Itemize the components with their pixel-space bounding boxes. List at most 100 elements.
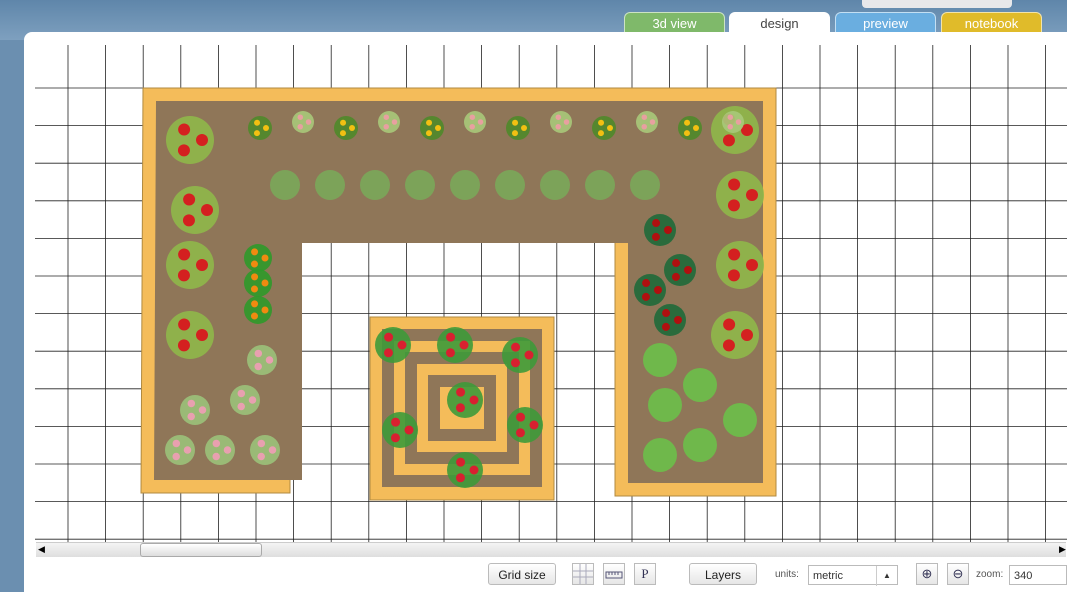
tomato-plant-fruit — [178, 318, 191, 331]
radish-plant-fruit — [268, 446, 277, 454]
berry-plant-fruit — [661, 322, 670, 331]
flower-fruit — [641, 123, 647, 130]
tomato-plant-fruit — [177, 339, 190, 352]
radish-plant-fruit — [265, 356, 274, 364]
radish-plant-fruit — [237, 402, 245, 411]
tomato-plant-fruit — [178, 248, 191, 261]
tomato-plant-fruit — [723, 318, 736, 331]
radish-plant-fruit — [198, 406, 207, 414]
strawberry-plant-fruit — [469, 395, 479, 405]
strawberry-plant-fruit — [455, 473, 465, 483]
berry-plant-fruit — [654, 286, 662, 294]
sunflower-fruit — [340, 119, 347, 126]
carrot-plant-fruit — [251, 300, 259, 308]
flower-fruit — [469, 114, 476, 120]
strawberry-plant-fruit — [383, 348, 393, 358]
zoom-in-icon[interactable]: ⊕ — [916, 563, 938, 585]
strawberry-plant-fruit — [397, 340, 407, 350]
carrot-plant-fruit — [251, 248, 259, 256]
tomato-plant-fruit — [182, 214, 195, 227]
units-label: units: — [775, 569, 799, 580]
tab-design[interactable]: design — [729, 12, 830, 34]
zoom-input[interactable]: 340 — [1009, 565, 1067, 585]
garden-canvas[interactable] — [35, 45, 1067, 542]
leafy-plant — [585, 170, 615, 200]
sunflower-fruit — [521, 125, 527, 131]
radish-plant-fruit — [172, 439, 181, 448]
flower-fruit — [297, 114, 304, 120]
grid-icon[interactable] — [572, 563, 594, 585]
units-select[interactable]: metric ▲ — [808, 565, 898, 586]
leafy-plant — [450, 170, 480, 200]
sunflower-fruit — [607, 125, 613, 131]
leafy-plant — [270, 170, 300, 200]
flower-fruit — [383, 114, 390, 120]
sunflower-fruit — [684, 119, 691, 126]
radish-plant-fruit — [187, 412, 195, 421]
flower-fruit — [305, 119, 312, 125]
sunflower-fruit — [597, 130, 604, 137]
tomato-plant-fruit — [196, 259, 208, 271]
flower-fruit — [297, 123, 303, 130]
tomato-plant-fruit — [178, 123, 191, 136]
sunflower-fruit — [339, 130, 346, 137]
strawberry-plant-fruit — [456, 387, 466, 397]
tomato-plant-fruit — [722, 339, 735, 352]
flower-fruit — [641, 114, 648, 120]
tomato-plant-fruit — [177, 144, 190, 157]
layers-button[interactable]: Layers — [689, 563, 757, 585]
tomato-plant-fruit — [746, 259, 758, 271]
tomato-plant-fruit — [196, 329, 208, 341]
sunflower-fruit — [254, 119, 261, 126]
chevron-up-icon[interactable]: ▲ — [876, 566, 897, 586]
tab-3d-view[interactable]: 3d view — [624, 12, 725, 33]
strawberry-plant-fruit — [510, 358, 520, 368]
scroll-right-icon[interactable]: ▶ — [1059, 544, 1066, 555]
radish-plant-fruit — [212, 439, 221, 448]
tab-preview[interactable]: preview — [835, 12, 936, 33]
radish-plant-fruit — [183, 446, 192, 454]
radish-plant-fruit — [257, 439, 266, 448]
ruler-icon[interactable] — [603, 563, 625, 585]
p-toggle-button[interactable]: P — [634, 563, 656, 585]
zoom-out-icon[interactable]: ⊖ — [947, 563, 969, 585]
scroll-left-icon[interactable]: ◀ — [38, 544, 45, 555]
strawberry-plant-fruit — [529, 420, 539, 430]
carrot-plant-fruit — [250, 285, 258, 293]
herb-plant — [683, 368, 717, 402]
tomato-plant-fruit — [201, 204, 213, 216]
strawberry-plant-fruit — [469, 465, 479, 475]
tab-notebook[interactable]: notebook — [941, 12, 1042, 33]
flower-fruit — [555, 114, 562, 120]
carrot-plant-fruit — [261, 279, 269, 287]
carrot-plant-fruit — [250, 260, 258, 268]
flower-fruit — [727, 123, 733, 130]
flower-fruit — [469, 123, 475, 130]
scrollbar-thumb[interactable] — [140, 543, 262, 557]
radish-plant-fruit — [223, 446, 232, 454]
sunflower-fruit — [426, 119, 433, 126]
carrot-plant-fruit — [261, 306, 269, 314]
sunflower-fruit — [512, 119, 519, 126]
radish-plant-fruit — [257, 452, 265, 461]
strawberry-plant-fruit — [391, 417, 401, 427]
flower-fruit — [383, 123, 389, 130]
tomato-plant-fruit — [746, 189, 758, 201]
sunflower-fruit — [598, 119, 605, 126]
leafy-plant — [540, 170, 570, 200]
tomato-plant-fruit — [727, 269, 740, 282]
tomato-plant-fruit — [722, 134, 735, 147]
herb-plant — [643, 438, 677, 472]
flower-fruit — [555, 123, 561, 130]
radish-plant-fruit — [237, 389, 246, 398]
tomato-plant-fruit — [728, 178, 741, 191]
radish-plant-fruit — [254, 349, 263, 358]
grid-size-button[interactable]: Grid size — [488, 563, 556, 585]
herb-plant — [683, 428, 717, 462]
berry-plant-fruit — [664, 226, 672, 234]
tomato-plant-fruit — [196, 134, 208, 146]
strawberry-plant-fruit — [446, 332, 456, 342]
units-value: metric — [813, 570, 843, 582]
leafy-plant — [315, 170, 345, 200]
strawberry-plant-fruit — [455, 403, 465, 413]
